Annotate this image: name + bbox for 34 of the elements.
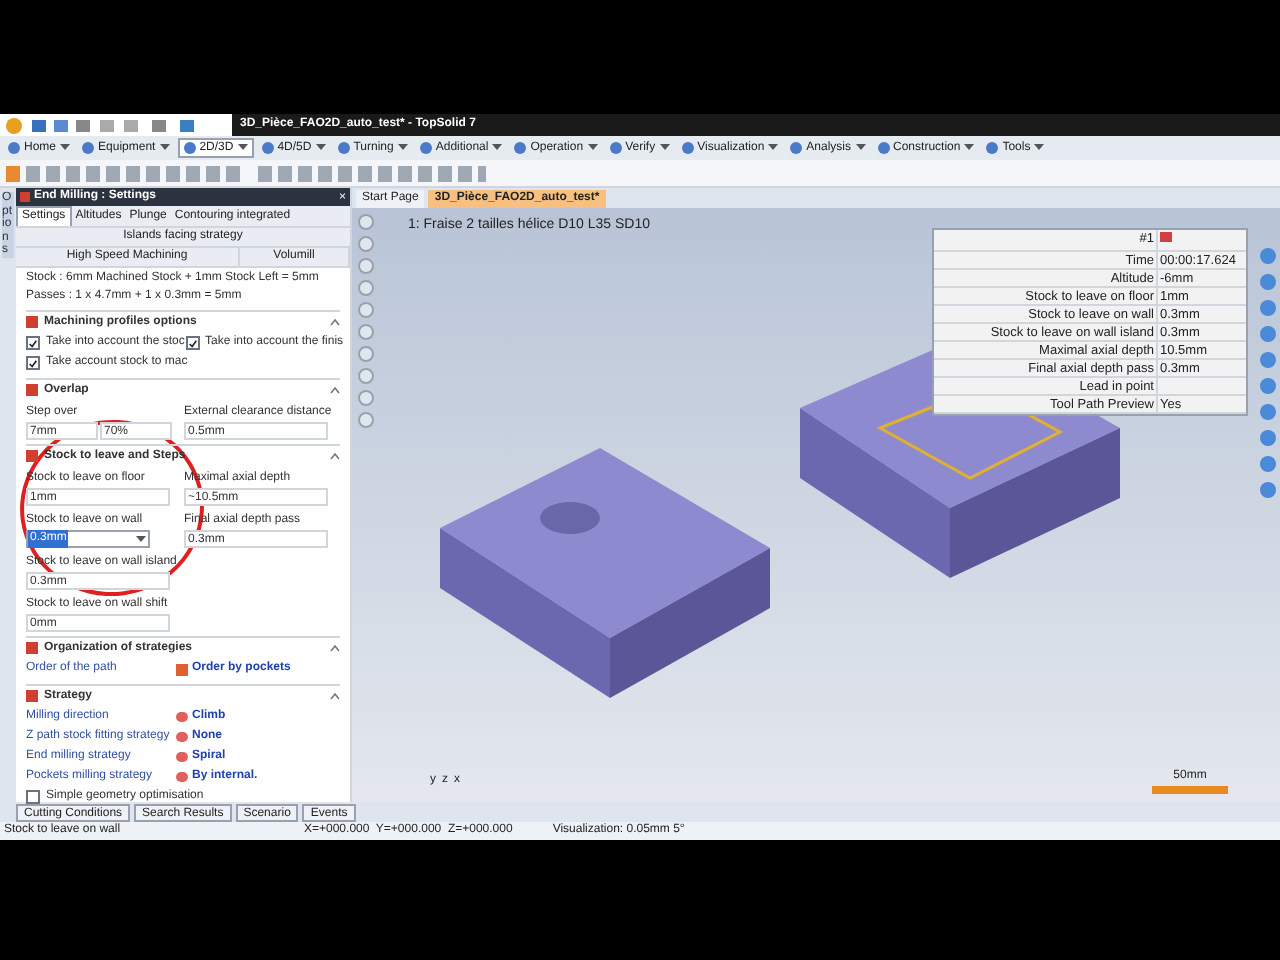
checkbox[interactable] <box>185 336 199 350</box>
caret-icon <box>964 144 975 152</box>
caret-icon <box>60 144 71 152</box>
collapse-icon[interactable] <box>330 386 340 394</box>
caret-icon <box>237 144 248 152</box>
checkbox[interactable] <box>26 356 40 370</box>
app-logo-icon <box>6 117 22 133</box>
caret-icon <box>397 144 408 152</box>
check-icon <box>187 337 197 349</box>
section-icon <box>26 384 38 396</box>
caret-icon <box>136 535 146 543</box>
section-icon <box>26 316 38 328</box>
checkbox[interactable] <box>26 336 40 350</box>
caret-icon <box>587 144 598 152</box>
caret-icon <box>659 144 670 152</box>
caret-icon <box>492 144 503 152</box>
panel-icon <box>20 192 30 202</box>
scale-bar <box>1152 786 1228 794</box>
collapse-icon[interactable] <box>330 318 340 326</box>
collapse-icon[interactable] <box>330 452 340 460</box>
caret-icon <box>315 144 326 152</box>
caret-icon <box>159 144 170 152</box>
section-icon <box>26 642 38 654</box>
checkbox[interactable] <box>26 790 40 804</box>
caret-icon <box>855 144 866 152</box>
caret-icon <box>1034 144 1045 152</box>
toolbar-icons-drawing[interactable] <box>6 161 486 185</box>
option-icon <box>176 663 188 675</box>
flag-icon <box>1160 232 1172 242</box>
section-icon <box>26 450 38 462</box>
collapse-icon[interactable] <box>330 692 340 700</box>
collapse-icon[interactable] <box>330 644 340 652</box>
section-icon <box>26 690 38 702</box>
caret-icon <box>768 144 779 152</box>
